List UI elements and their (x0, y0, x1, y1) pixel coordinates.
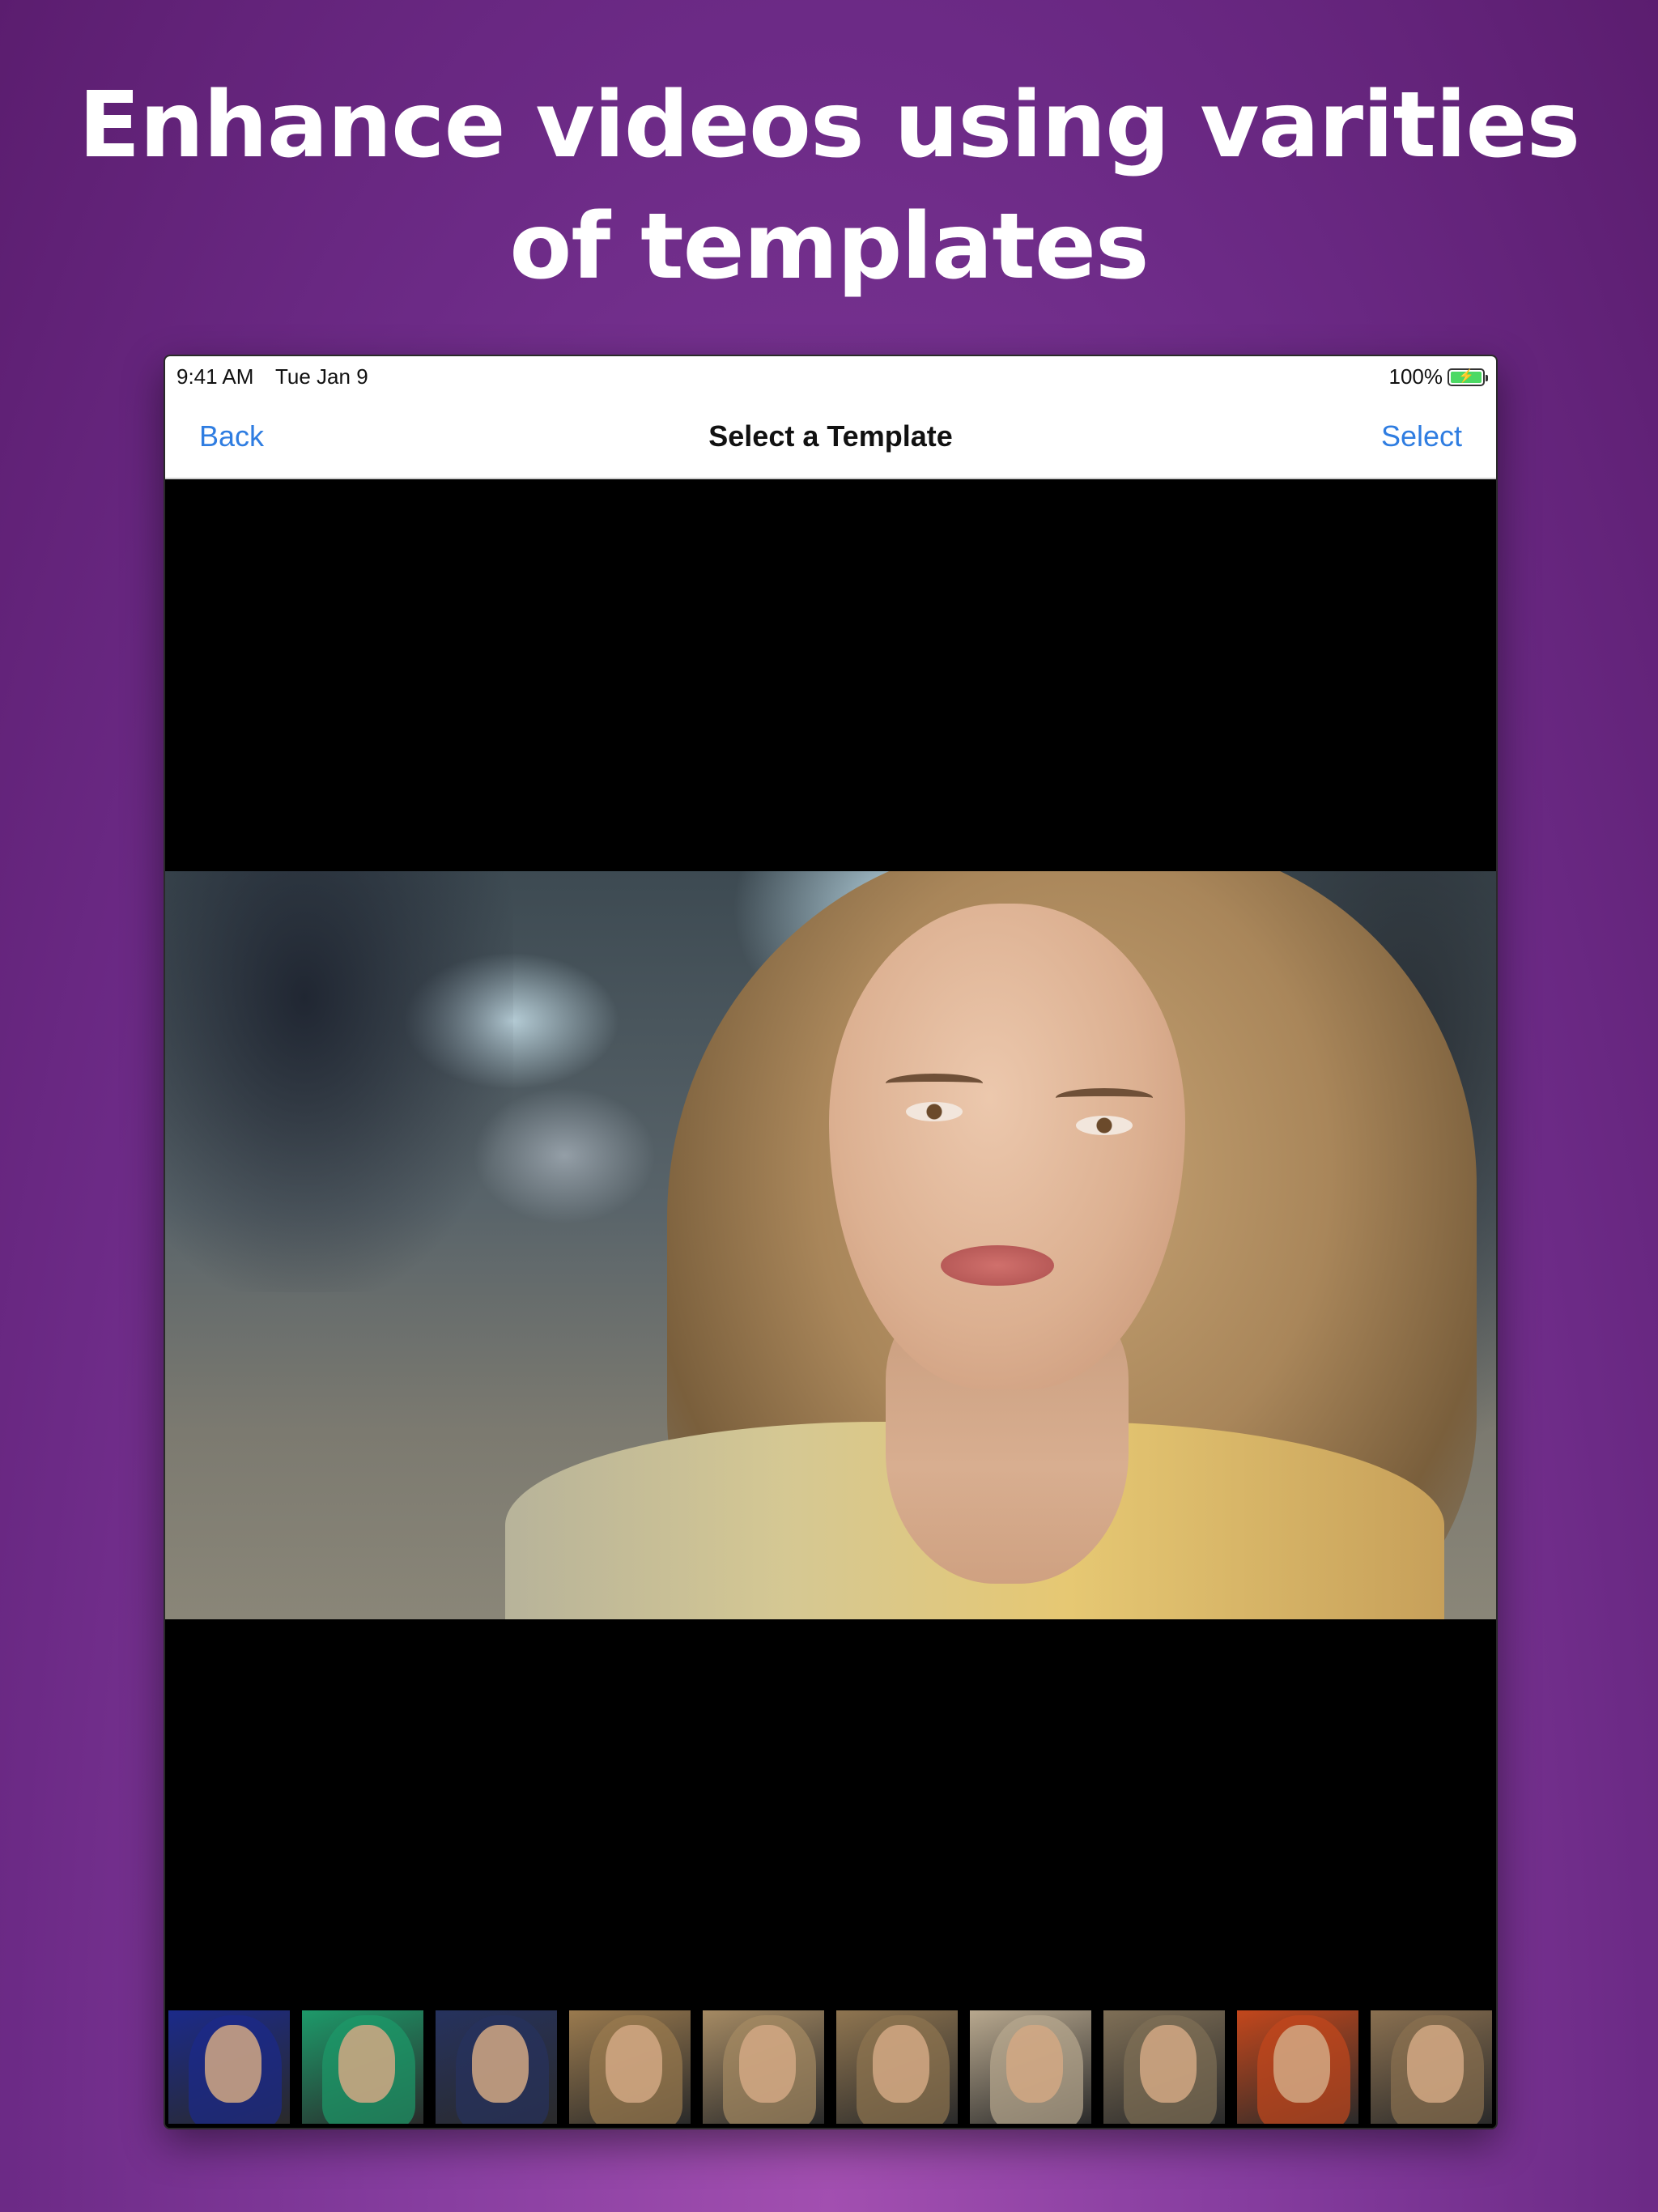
template-thumbnail[interactable] (836, 2010, 958, 2124)
subject-face (829, 904, 1185, 1389)
headline: Enhance videos using varities of templat… (78, 73, 1580, 300)
template-filmstrip[interactable] (165, 2010, 1496, 2128)
battery-percent: 100% (1388, 364, 1443, 389)
template-thumbnail[interactable] (703, 2010, 824, 2124)
status-bar: 9:41 AM Tue Jan 9 100% ⚡ (165, 356, 1496, 397)
template-thumbnail[interactable] (1103, 2010, 1225, 2124)
template-thumbnail[interactable] (436, 2010, 557, 2124)
select-button[interactable]: Select (1381, 419, 1462, 453)
video-preview[interactable] (165, 871, 1496, 1619)
page-title: Select a Template (708, 419, 953, 453)
template-thumbnail[interactable] (970, 2010, 1091, 2124)
template-thumbnail[interactable] (302, 2010, 423, 2124)
battery-icon: ⚡ (1448, 368, 1488, 386)
status-time: 9:41 AM (176, 364, 254, 389)
template-thumbnail[interactable] (168, 2010, 290, 2124)
template-thumbnail[interactable] (1371, 2010, 1492, 2124)
status-date: Tue Jan 9 (275, 364, 368, 389)
navigation-bar: Back Select a Template Select (165, 397, 1496, 479)
template-thumbnail[interactable] (1237, 2010, 1358, 2124)
template-thumbnail[interactable] (569, 2010, 691, 2124)
battery-status: 100% ⚡ (1388, 364, 1488, 389)
device-screen: 9:41 AM Tue Jan 9 100% ⚡ Back Select a T… (164, 355, 1498, 2129)
